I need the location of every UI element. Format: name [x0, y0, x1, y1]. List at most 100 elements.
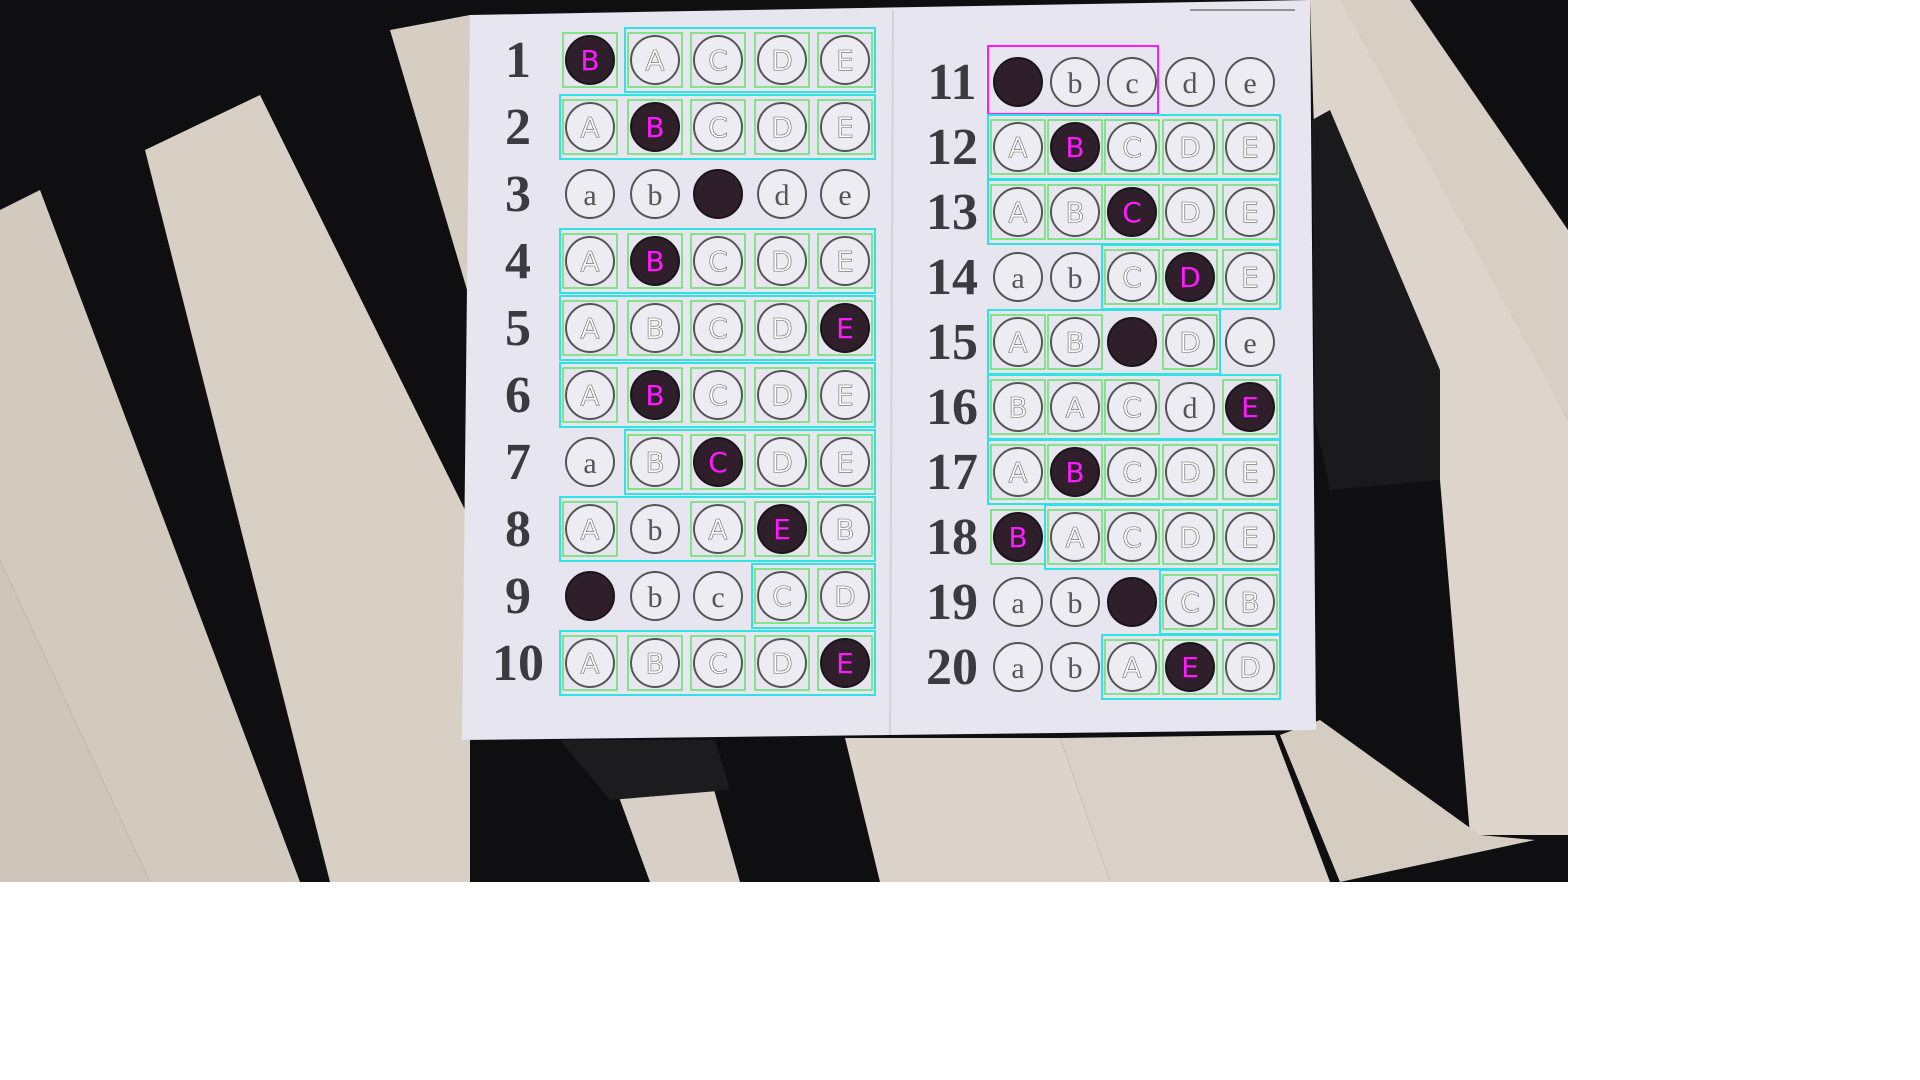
answer-bubble	[1165, 577, 1215, 627]
filled-bubble	[757, 504, 807, 554]
answer-bubble	[757, 571, 807, 621]
answer-bubble	[1107, 382, 1157, 432]
answer-sheet-photo: 123 a b d e4567 a8 b9 b c1011 b c d e121314 a b15 e16 d1…	[0, 0, 1568, 882]
answer-bubble	[630, 303, 680, 353]
answer-bubble	[820, 370, 870, 420]
question-number: 4	[505, 233, 531, 290]
answer-bubble	[993, 122, 1043, 172]
filled-bubble	[693, 169, 743, 219]
answer-bubble	[693, 35, 743, 85]
answer-bubble	[1107, 252, 1157, 302]
answer-bubble	[565, 102, 615, 152]
question-number: 5	[505, 300, 531, 357]
answer-bubble	[693, 303, 743, 353]
printed-option-letter: d	[1183, 67, 1198, 100]
filled-bubble	[1225, 382, 1275, 432]
printed-option-letter: e	[1243, 67, 1256, 100]
printed-option-letter: a	[1011, 652, 1024, 685]
answer-bubble	[993, 447, 1043, 497]
question-number: 3	[505, 166, 531, 223]
question-number: 7	[505, 434, 531, 491]
question-number: 10	[492, 635, 544, 692]
answer-bubble	[1225, 252, 1275, 302]
filled-bubble	[630, 236, 680, 286]
question-number: 20	[926, 639, 978, 696]
printed-option-letter: b	[648, 514, 663, 547]
question-number: 6	[505, 367, 531, 424]
printed-option-letter: b	[648, 179, 663, 212]
answer-bubble	[1165, 122, 1215, 172]
answer-bubble	[757, 102, 807, 152]
question-number: 1	[505, 32, 531, 89]
answer-bubble	[820, 571, 870, 621]
printed-option-letter: b	[1068, 262, 1083, 295]
printed-option-letter: b	[648, 581, 663, 614]
answer-bubble	[1225, 122, 1275, 172]
answer-bubble	[1165, 512, 1215, 562]
filled-bubble	[1107, 187, 1157, 237]
answer-bubble	[1050, 382, 1100, 432]
answer-bubble	[757, 370, 807, 420]
filled-bubble	[630, 370, 680, 420]
question-number: 18	[926, 509, 978, 566]
answer-bubble	[693, 102, 743, 152]
answer-bubble	[630, 35, 680, 85]
printed-option-letter: a	[1011, 587, 1024, 620]
question-number: 15	[926, 314, 978, 371]
filled-bubble	[1165, 252, 1215, 302]
answer-bubble	[757, 35, 807, 85]
question-number: 8	[505, 501, 531, 558]
answer-bubble	[1165, 447, 1215, 497]
answer-bubble	[820, 437, 870, 487]
answer-bubble	[1225, 642, 1275, 692]
printed-option-letter: b	[1068, 587, 1083, 620]
answer-bubble	[693, 236, 743, 286]
answer-bubble	[1165, 317, 1215, 367]
answer-bubble	[1225, 577, 1275, 627]
printed-option-letter: c	[711, 581, 724, 614]
answer-bubble	[1050, 187, 1100, 237]
filled-bubble	[630, 102, 680, 152]
filled-bubble	[1165, 642, 1215, 692]
filled-bubble	[993, 512, 1043, 562]
answer-bubble	[565, 504, 615, 554]
answer-bubble	[820, 35, 870, 85]
answer-bubble	[1225, 512, 1275, 562]
question-number: 19	[926, 574, 978, 631]
answer-bubble	[693, 638, 743, 688]
answer-bubble	[1165, 187, 1215, 237]
answer-bubble	[630, 437, 680, 487]
filled-bubble	[693, 437, 743, 487]
answer-bubble	[757, 236, 807, 286]
filled-bubble	[565, 571, 615, 621]
question-number: 14	[926, 249, 978, 306]
printed-option-letter: b	[1068, 652, 1083, 685]
filled-bubble	[1107, 317, 1157, 367]
question-number: 11	[927, 54, 976, 111]
answer-bubble	[1050, 512, 1100, 562]
filled-bubble	[820, 303, 870, 353]
answer-bubble	[565, 638, 615, 688]
question-number: 12	[926, 119, 978, 176]
printed-option-letter: d	[775, 179, 790, 212]
answer-bubble	[565, 303, 615, 353]
answer-bubble	[693, 370, 743, 420]
answer-bubble	[993, 382, 1043, 432]
answer-bubble	[693, 504, 743, 554]
answer-bubble	[565, 236, 615, 286]
printed-option-letter: a	[583, 179, 596, 212]
printed-option-letter: e	[838, 179, 851, 212]
answer-bubble	[757, 638, 807, 688]
question-number: 17	[926, 444, 978, 501]
answer-bubble	[820, 504, 870, 554]
answer-bubble	[757, 437, 807, 487]
question-number: 2	[505, 99, 531, 156]
answer-bubble	[757, 303, 807, 353]
question-number: 13	[926, 184, 978, 241]
answer-bubble	[1107, 447, 1157, 497]
answer-bubble	[993, 317, 1043, 367]
filled-bubble	[820, 638, 870, 688]
answer-bubble	[1107, 512, 1157, 562]
question-number: 16	[926, 379, 978, 436]
question-number: 9	[505, 568, 531, 625]
